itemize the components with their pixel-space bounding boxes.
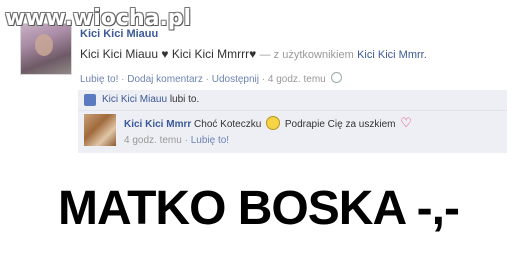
comment-time[interactable]: 4 godz. temu [124,135,182,146]
facebook-post: Kici Kici Miauu Kici Kici Miauu ♥ Kici K… [0,0,517,160]
with-text: — z użytkownikiem [259,49,354,61]
globe-icon [330,72,342,83]
commenter-name[interactable]: Kici Kici Mmrr [124,119,191,130]
like-link[interactable]: Lubię to! [80,74,118,85]
post-time[interactable]: 4 godz. temu [268,74,326,85]
thumbs-up-icon [84,94,96,106]
liker-name[interactable]: Kici Kici Miauu [102,94,167,105]
watermark-logo: www.wiocha.pl [5,6,192,31]
smiley-icon [266,116,281,130]
comment-text-before: Choć Koteczku [194,119,262,130]
tagged-user-link[interactable]: Kici Kici Mmrr. [357,49,427,61]
likes-line: Kici Kici Miauu lubi to. [102,94,199,105]
comment-like-link[interactable]: Lubię to! [191,135,229,146]
post-actions: Lubię to! · Dodaj komentarz · Udostępnij… [80,72,342,85]
comment-text-after: Podrapie Cię za uszkiem [284,119,396,130]
commenter-avatar[interactable] [84,114,116,146]
likes-box: Kici Kici Miauu lubi to. [78,90,507,111]
status-line: Kici Kici Miauu ♥ Kici Kici Mmrrr♥ — z u… [80,47,427,61]
share-link[interactable]: Udostępnij [212,74,259,85]
comment-body: Kici Kici Mmrr Choć Koteczku Podrapie Ci… [124,115,412,131]
comment-meta: 4 godz. temu · Lubię to! [124,135,230,146]
comment-item: Kici Kici Mmrr Choć Koteczku Podrapie Ci… [78,111,507,153]
likes-text: lubi to. [169,94,200,105]
caption-text: MATKO BOSKA -,- [58,182,460,235]
status-text: Kici Kici Miauu ♥ Kici Kici Mmrrr♥ [80,47,257,61]
comment-link[interactable]: Dodaj komentarz [127,74,203,85]
heart-icon: ♡ [400,115,412,130]
